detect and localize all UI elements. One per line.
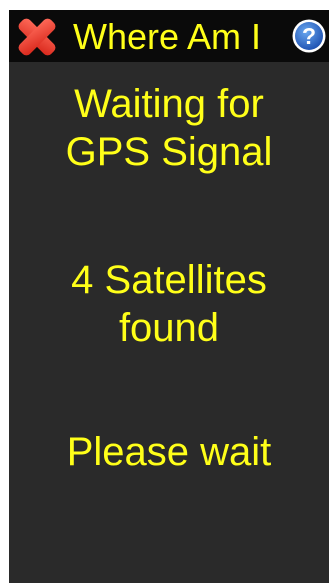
satellites-line-1: 4 Satellites — [71, 258, 267, 302]
help-button[interactable]: ? — [291, 18, 327, 54]
satellites-line-2: found — [118, 306, 220, 350]
waiting-line-2: GPS Signal — [65, 130, 273, 174]
title-bar: Where Am I ? — [9, 10, 329, 62]
waiting-line-1: Waiting for — [74, 82, 264, 126]
please-wait-message: Please wait — [66, 430, 272, 474]
app-screen: Where Am I ? Waiting for GPS Signal 4 Sa… — [9, 10, 329, 583]
satellites-message: 4 Satellites found — [9, 256, 329, 352]
waiting-message: Waiting for GPS Signal — [9, 80, 329, 176]
app-title: Where Am I — [73, 16, 262, 57]
help-glyph: ? — [302, 23, 316, 49]
help-icon: ? — [292, 19, 326, 53]
close-button[interactable] — [15, 15, 59, 59]
close-icon — [18, 18, 56, 56]
status-panel: Waiting for GPS Signal 4 Satellites foun… — [9, 62, 329, 583]
